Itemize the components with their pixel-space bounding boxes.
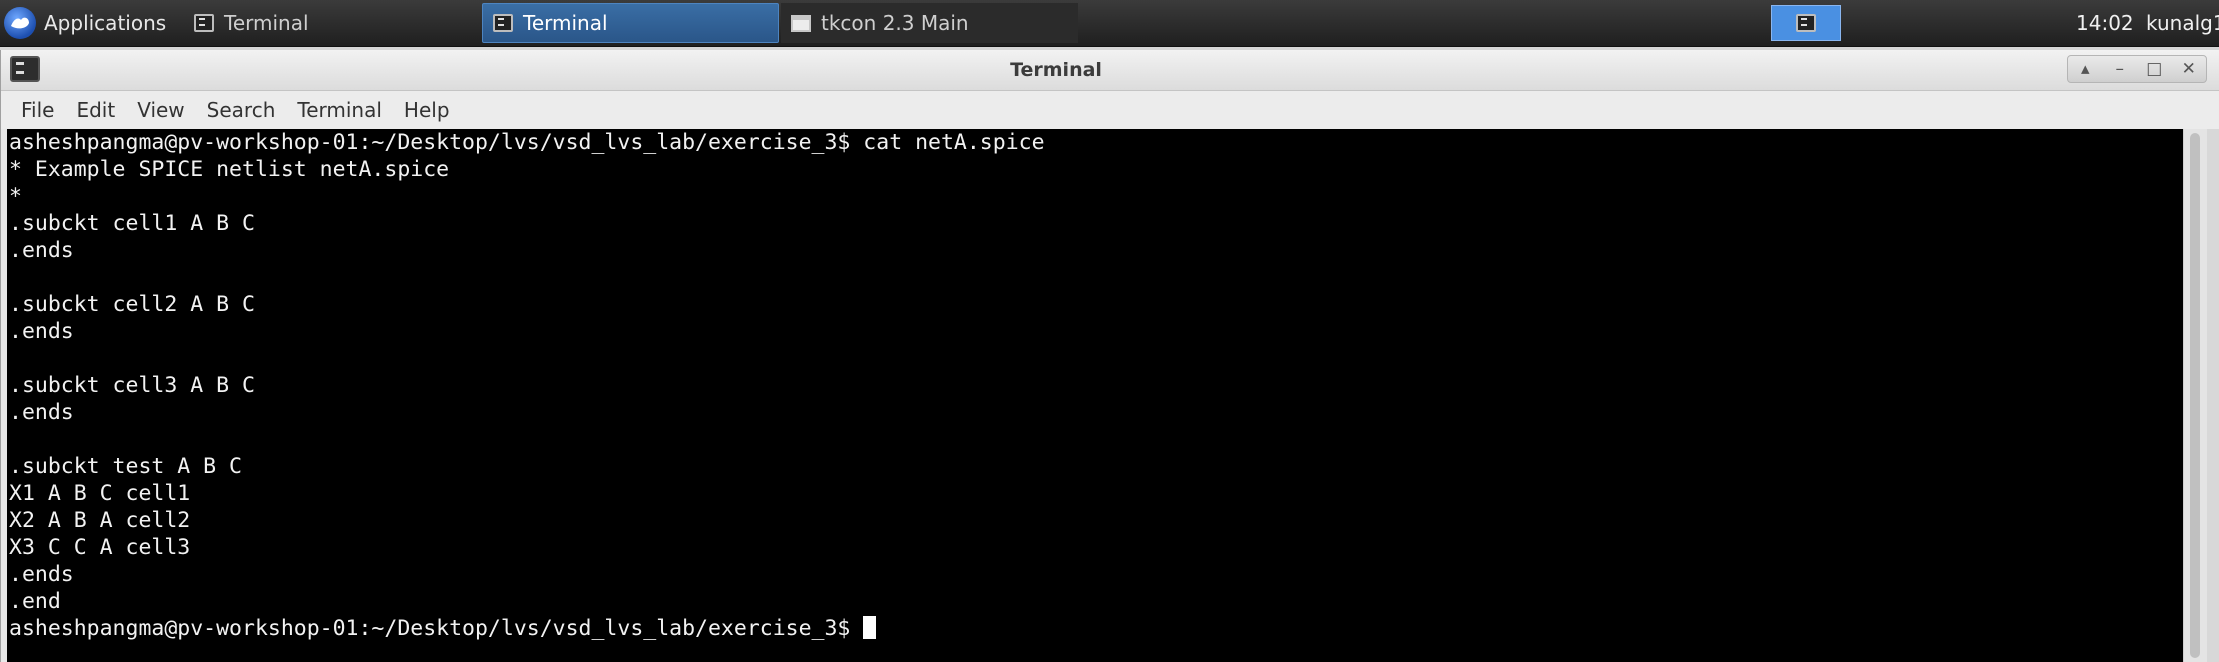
menu-search[interactable]: Search — [199, 98, 290, 122]
terminal-line: asheshpangma@pv-workshop-01:~/Desktop/lv… — [9, 130, 1045, 155]
title-bar[interactable]: Terminal ▴ – □ ✕ — [1, 50, 2219, 91]
terminal-line: X1 A B C cell1 — [9, 481, 191, 506]
window-controls: ▴ – □ ✕ — [2067, 55, 2207, 83]
taskbar-item-terminal-2[interactable]: Terminal — [482, 3, 779, 43]
terminal-line: .ends — [9, 562, 74, 587]
shade-up-icon[interactable]: ▴ — [2071, 59, 2099, 79]
scrollbar-thumb[interactable] — [2190, 133, 2200, 658]
terminal-line: * — [9, 184, 22, 209]
top-panel: Applications Terminal Terminal tkcon 2.3… — [0, 0, 2219, 47]
terminal-line: .ends — [9, 319, 74, 344]
window-border — [2207, 129, 2219, 662]
xfce-logo-icon — [4, 7, 36, 39]
terminal-line: X3 C C A cell3 — [9, 535, 191, 560]
terminal-line: .subckt cell3 A B C — [9, 373, 255, 398]
terminal-line: .subckt cell2 A B C — [9, 292, 255, 317]
scrollbar[interactable] — [2183, 129, 2207, 662]
terminal-icon — [493, 14, 513, 32]
terminal-line: .subckt test A B C — [9, 454, 242, 479]
terminal-line: .end — [9, 589, 61, 614]
menu-bar: File Edit View Search Terminal Help — [1, 91, 2219, 129]
menu-view[interactable]: View — [129, 98, 198, 122]
user-menu[interactable]: kunalg1 — [2146, 0, 2219, 46]
window-icon — [791, 14, 811, 32]
terminal-window: Terminal ▴ – □ ✕ File Edit View Search T… — [0, 50, 2219, 662]
applications-label: Applications — [44, 11, 167, 35]
taskbar-item-label: Terminal — [224, 11, 309, 35]
terminal-line: .ends — [9, 238, 74, 263]
terminal-line: X2 A B A cell2 — [9, 508, 191, 533]
menu-terminal[interactable]: Terminal — [289, 98, 396, 122]
taskbar-item-terminal-1[interactable]: Terminal — [184, 3, 474, 43]
applications-menu[interactable]: Applications — [0, 0, 176, 46]
menu-help[interactable]: Help — [396, 98, 464, 122]
menu-edit[interactable]: Edit — [68, 98, 129, 122]
terminal-line: * Example SPICE netlist netA.spice — [9, 157, 450, 182]
terminal-icon — [194, 14, 214, 32]
taskbar-item-label: tkcon 2.3 Main — [821, 11, 969, 35]
terminal-output[interactable]: asheshpangma@pv-workshop-01:~/Desktop/lv… — [7, 129, 2183, 662]
terminal-prompt-line[interactable]: asheshpangma@pv-workshop-01:~/Desktop/lv… — [7, 615, 2183, 642]
terminal-prompt: asheshpangma@pv-workshop-01:~/Desktop/lv… — [9, 616, 864, 641]
minimize-icon[interactable]: – — [2106, 59, 2134, 79]
taskbar-item-label: Terminal — [523, 11, 608, 35]
close-icon[interactable]: ✕ — [2175, 59, 2203, 79]
window-title: Terminal — [1010, 59, 1102, 81]
text-cursor — [863, 616, 877, 639]
terminal-line: .subckt cell1 A B C — [9, 211, 255, 236]
terminal-line: .ends — [9, 400, 74, 425]
workspace-switcher[interactable] — [1771, 5, 1841, 41]
taskbar-item-tkcon[interactable]: tkcon 2.3 Main — [781, 3, 1078, 43]
menu-file[interactable]: File — [1, 98, 68, 122]
terminal-icon — [1796, 14, 1816, 32]
clock[interactable]: 14:02 — [2076, 0, 2134, 46]
maximize-icon[interactable]: □ — [2140, 59, 2168, 79]
